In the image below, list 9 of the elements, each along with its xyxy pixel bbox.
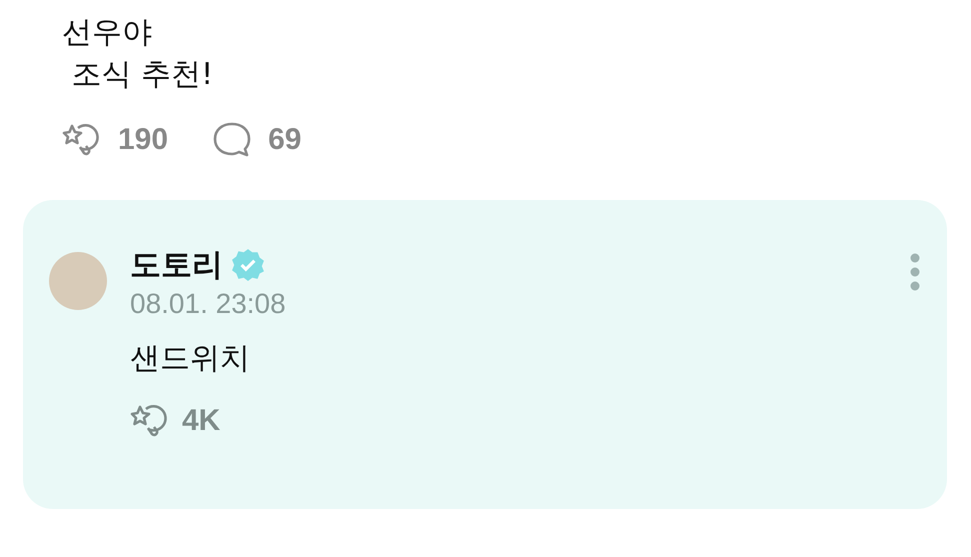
reaction-count: 4K: [182, 404, 220, 438]
post-text: 선우야: [62, 14, 153, 52]
reply-text: 샌드위치: [130, 340, 251, 378]
author-name[interactable]: 도토리: [130, 244, 223, 286]
comment-count: 69: [268, 123, 302, 157]
more-options-icon[interactable]: [909, 252, 921, 292]
reaction-count: 190: [118, 123, 168, 157]
timestamp: 08.01. 23:08: [130, 288, 287, 320]
post-text: 조식 추천!: [70, 56, 214, 94]
